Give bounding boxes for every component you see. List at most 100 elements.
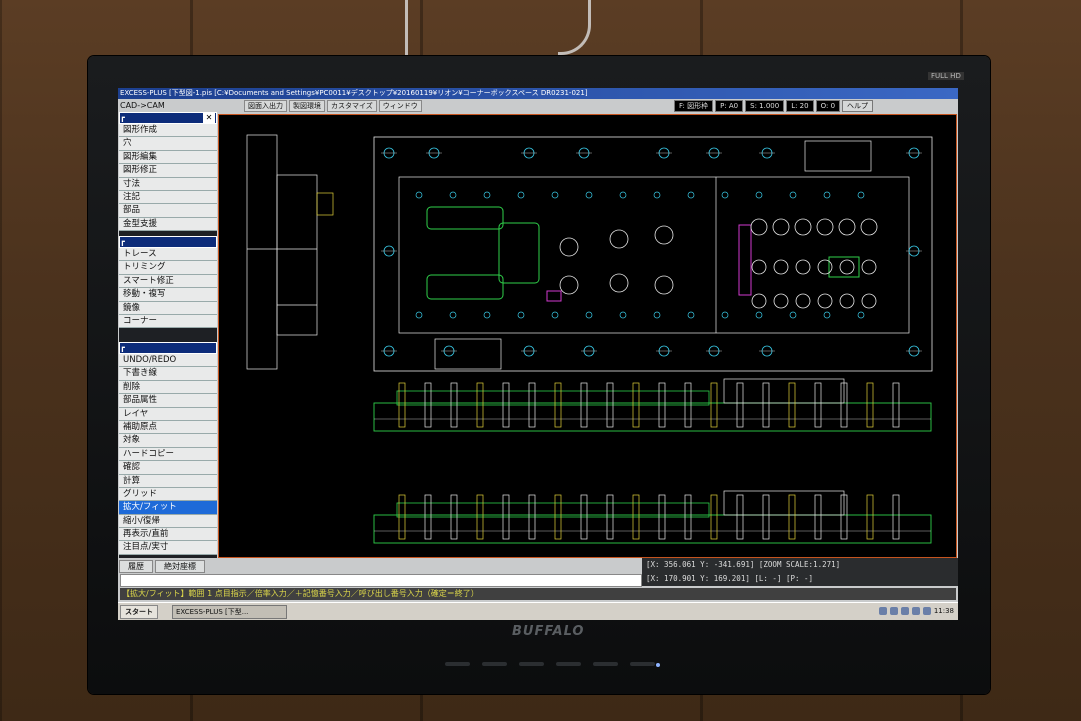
cavity-outline	[828, 256, 860, 278]
sidebar-item[interactable]: 下書き線	[119, 367, 217, 381]
ejector-pin	[814, 382, 822, 428]
small-hole	[789, 311, 797, 319]
help-button[interactable]: ヘルプ	[842, 100, 874, 112]
tray-volume-icon[interactable]	[889, 607, 898, 615]
sidebar-item[interactable]: コーナー	[119, 314, 217, 329]
command-input[interactable]	[120, 574, 642, 587]
ejector-pin	[762, 494, 770, 540]
sidebar-item[interactable]: レイヤ	[119, 407, 217, 421]
pin-hole	[861, 259, 877, 275]
cavity-outline	[426, 206, 504, 230]
tray-security-icon[interactable]	[900, 607, 909, 615]
sidebar-item[interactable]: 確認	[119, 461, 217, 475]
paper-field[interactable]: P: A0	[715, 100, 744, 112]
sidebar-item[interactable]: 穴	[119, 137, 217, 151]
cad-cam-menu[interactable]: CAD->CAM	[120, 100, 218, 111]
status-fields: F: 図形枠 P: A0 S: 1.000 L: 20 O: 0 ヘルプ	[674, 100, 874, 112]
sidebar-item[interactable]: 鏡像	[119, 301, 217, 315]
layer-field[interactable]: L: 20	[786, 100, 814, 112]
frame-field[interactable]: F: 図形枠	[674, 100, 714, 112]
pin-hole	[839, 293, 855, 309]
scale-field[interactable]: S: 1.000	[745, 100, 785, 112]
cavity-outline	[426, 274, 504, 300]
ejector-pin	[788, 382, 796, 428]
tray-update-icon[interactable]	[922, 607, 931, 615]
tab-environment[interactable]: 製図環境	[289, 100, 325, 112]
close-icon[interactable]: ✕	[203, 113, 215, 123]
small-hole	[619, 311, 627, 319]
pin-hole	[773, 259, 789, 275]
sidebar-item[interactable]: UNDO/REDO	[119, 354, 217, 368]
small-hole	[415, 191, 423, 199]
sidebar-item[interactable]: 縮小/復帰	[119, 514, 217, 529]
side-view-plate	[276, 174, 318, 336]
small-hole	[789, 191, 797, 199]
group-header[interactable]: ┏	[119, 342, 217, 354]
ejector-pin	[736, 382, 744, 428]
small-hole	[517, 191, 525, 199]
sidebar-item[interactable]: 部品	[119, 204, 217, 218]
pin-hole	[772, 218, 790, 236]
sidebar-item[interactable]: 拡大/フィット	[119, 501, 217, 515]
small-hole	[551, 191, 559, 199]
tab-drawing-io[interactable]: 図面入出力	[244, 100, 287, 112]
pin-hole	[794, 218, 812, 236]
sidebar-item[interactable]: ハードコピー	[119, 447, 217, 462]
pin-hole	[609, 273, 629, 293]
monitor-buttons	[445, 662, 655, 666]
tab-customize[interactable]: カスタマイズ	[327, 100, 377, 112]
sidebar-item[interactable]: 補助原点	[119, 420, 217, 435]
pin-hole	[860, 218, 878, 236]
ejector-pin	[736, 494, 744, 540]
cad-drawing	[246, 134, 933, 544]
sidebar-item[interactable]: 注記	[119, 190, 217, 205]
pin-hole	[609, 229, 629, 249]
sidebar-item[interactable]: 対象	[119, 434, 217, 448]
pin-hole	[795, 259, 811, 275]
sidebar-item[interactable]: 削除	[119, 380, 217, 395]
pin-hole	[751, 293, 767, 309]
sidebar-item[interactable]: 寸法	[119, 177, 217, 191]
sidebar-item[interactable]: 図形編集	[119, 150, 217, 165]
sidebar-item[interactable]: 移動・複写	[119, 288, 217, 302]
sidebar-item[interactable]: 計算	[119, 474, 217, 488]
sidebar-item[interactable]: トレース	[119, 248, 217, 262]
small-hole	[687, 311, 695, 319]
group-header[interactable]: ┏ ✕	[119, 112, 217, 124]
top-view-frame	[373, 136, 933, 372]
start-button[interactable]: スタート	[120, 605, 158, 619]
group-header[interactable]: ┏	[119, 236, 217, 248]
coords-line-2: [X: 170.901 Y: 169.201] [L: -] [P: -]	[646, 574, 814, 583]
section-block	[723, 378, 845, 404]
sidebar-item[interactable]: 金型支援	[119, 217, 217, 232]
small-hole	[517, 311, 525, 319]
tray-ime-icon[interactable]	[911, 607, 920, 615]
origin-field[interactable]: O: 0	[815, 100, 841, 112]
tray-network-icon[interactable]	[878, 607, 887, 615]
small-hole	[823, 191, 831, 199]
small-hole	[449, 191, 457, 199]
tab-history[interactable]: 履歴	[119, 560, 153, 573]
sidebar-item[interactable]: 再表示/直前	[119, 528, 217, 542]
ejector-pin	[762, 382, 770, 428]
sidebar-item[interactable]: スマート修正	[119, 274, 217, 289]
sidebar-item[interactable]: 注目点/実寸	[119, 541, 217, 555]
window-titlebar: EXCESS-PLUS [下型図-1.pis [C:¥Documents and…	[118, 88, 958, 99]
window-title: EXCESS-PLUS [下型図-1.pis [C:¥Documents and…	[120, 89, 588, 97]
small-hole	[449, 311, 457, 319]
tab-window[interactable]: ウィンドウ	[378, 100, 422, 112]
sidebar-item[interactable]: 図形作成	[119, 124, 217, 138]
tab-absolute-coords[interactable]: 絶対座標	[155, 560, 205, 573]
sidebar-item[interactable]: グリッド	[119, 487, 217, 502]
cavity-outline	[498, 222, 540, 284]
taskbar-app-button[interactable]: EXCESS-PLUS [下型...	[172, 605, 287, 619]
cad-drawing-canvas[interactable]	[218, 114, 957, 558]
sidebar-item[interactable]: 図形修正	[119, 164, 217, 178]
small-hole	[755, 311, 763, 319]
sidebar-item[interactable]: トリミング	[119, 261, 217, 275]
section-block	[723, 490, 845, 516]
sidebar-item[interactable]: 部品属性	[119, 394, 217, 408]
side-group-drawing: ┏ ✕ 図形作成穴図形編集 図形修正 寸法 注記 部品 金型支援	[119, 112, 217, 232]
ejector-pin	[892, 382, 900, 428]
small-hole	[857, 191, 865, 199]
